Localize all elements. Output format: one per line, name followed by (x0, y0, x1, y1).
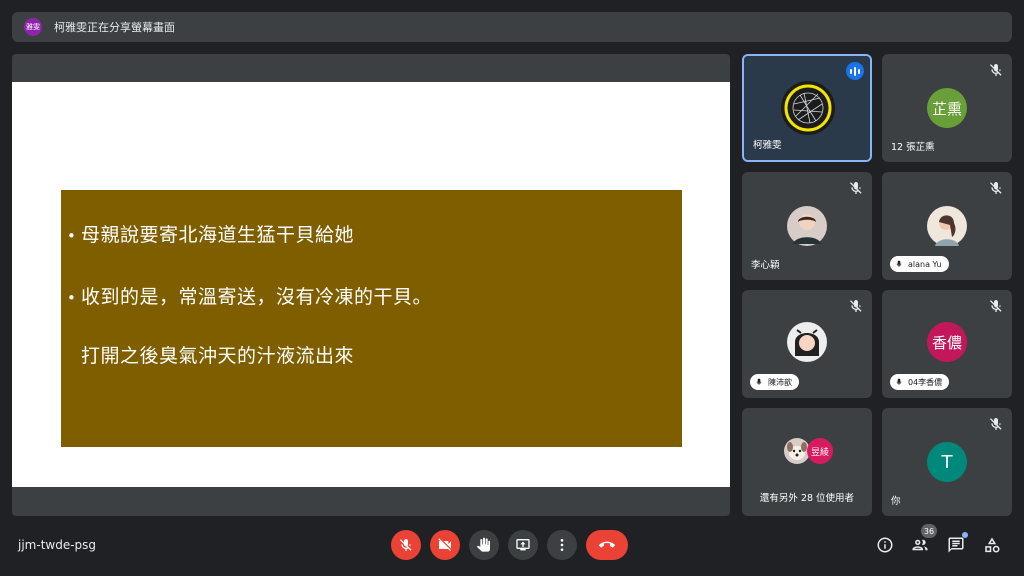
self-tile[interactable]: T 你 (882, 408, 1012, 516)
participant-tile[interactable]: 李心穎 (742, 172, 872, 280)
people-button[interactable] (911, 536, 929, 554)
participant-avatar: 香儂 (927, 322, 967, 362)
people-icon (912, 539, 928, 551)
more-vert-icon (560, 539, 564, 551)
participant-tile[interactable]: alana Yu (882, 172, 1012, 280)
mic-off-icon (896, 260, 902, 267)
profile-photo-icon (787, 206, 827, 246)
mic-off-icon (400, 539, 412, 551)
mic-off-icon (896, 378, 902, 385)
participant-avatar: 芷熏 (927, 88, 967, 128)
participant-avatar: T (927, 442, 967, 482)
chat-unread-dot (962, 532, 968, 538)
participant-name: 李心穎 (751, 260, 780, 271)
presenting-banner: 雅雯 柯雅雯正在分享螢幕畫面 (12, 12, 1012, 42)
mic-off-icon (850, 300, 862, 312)
hang-up-icon (599, 541, 615, 548)
people-count-badge: 36 (921, 524, 937, 538)
participant-name: 04李香儂 (908, 377, 943, 387)
mic-off-icon (850, 182, 862, 194)
meeting-code: jjm-twde-psg (18, 538, 97, 552)
chat-button[interactable] (947, 536, 965, 554)
leave-call-button[interactable] (586, 530, 628, 560)
info-icon (877, 537, 893, 553)
participant-tile[interactable]: 陳沛歆 (742, 290, 872, 398)
participant-name: 陳沛歆 (768, 377, 792, 387)
mic-off-icon (990, 418, 1002, 430)
present-icon (516, 539, 530, 551)
more-participants-text: 還有另外 28 位使用者 (759, 493, 855, 504)
more-participants-tile[interactable]: 昱綾 還有另外 28 位使用者 (742, 408, 872, 516)
mic-toggle-button[interactable] (391, 530, 421, 560)
participant-name: alana Yu (908, 259, 942, 269)
slide-line-3: 打開之後臭氣沖天的汁液流出來 (81, 345, 355, 367)
raise-hand-button[interactable] (469, 530, 499, 560)
presentation-slide: • 母親說要寄北海道生猛干貝給她 • 收到的是，常溫寄送，沒有冷凍的干貝。 打開之後… (12, 82, 730, 487)
mic-off-icon (990, 64, 1002, 76)
mic-off-icon (990, 300, 1002, 312)
name-chip: alana Yu (890, 256, 949, 272)
activities-button[interactable] (983, 536, 1001, 554)
participant-name: 你 (891, 496, 901, 507)
participant-tile[interactable]: 芷熏 12 張芷熏 (882, 54, 1012, 162)
presenting-text: 柯雅雯正在分享螢幕畫面 (54, 21, 175, 34)
mic-off-icon (990, 182, 1002, 194)
name-chip: 陳沛歆 (750, 374, 799, 390)
camera-off-icon (438, 538, 451, 551)
more-options-button[interactable] (547, 530, 577, 560)
slide-bullet-1: • 母親說要寄北海道生猛干貝給她 (67, 224, 355, 246)
slide-content-box: • 母親說要寄北海道生猛干貝給她 • 收到的是，常溫寄送，沒有冷凍的干貝。 打開之後… (61, 190, 682, 447)
participant-name: 12 張芷熏 (891, 142, 935, 153)
mic-off-icon (756, 378, 762, 385)
participant-name: 柯雅雯 (753, 140, 782, 151)
participant-avatar: 昱綾 (807, 438, 833, 464)
participant-tile[interactable]: 香儂 04李香儂 (882, 290, 1012, 398)
profile-photo-icon (787, 322, 827, 362)
name-chip: 04李香儂 (890, 374, 950, 390)
present-screen-button[interactable] (508, 530, 538, 560)
slide-bullet-2: • 收到的是，常溫寄送，沒有冷凍的干貝。 (67, 286, 433, 308)
speaking-indicator-icon (846, 62, 864, 80)
profile-photo-icon (927, 206, 967, 246)
shared-screen[interactable]: • 母親說要寄北海道生猛干貝給她 • 收到的是，常溫寄送，沒有冷凍的干貝。 打開之後… (12, 54, 730, 516)
chat-icon (948, 537, 964, 553)
camera-toggle-button[interactable] (430, 530, 460, 560)
meeting-details-button[interactable] (876, 536, 894, 554)
profile-photo-icon (781, 81, 835, 135)
activities-icon (985, 537, 1000, 553)
presenter-avatar: 雅雯 (24, 18, 42, 36)
hand-icon (477, 537, 490, 552)
participant-tile-active-speaker[interactable]: 柯雅雯 (742, 54, 872, 162)
